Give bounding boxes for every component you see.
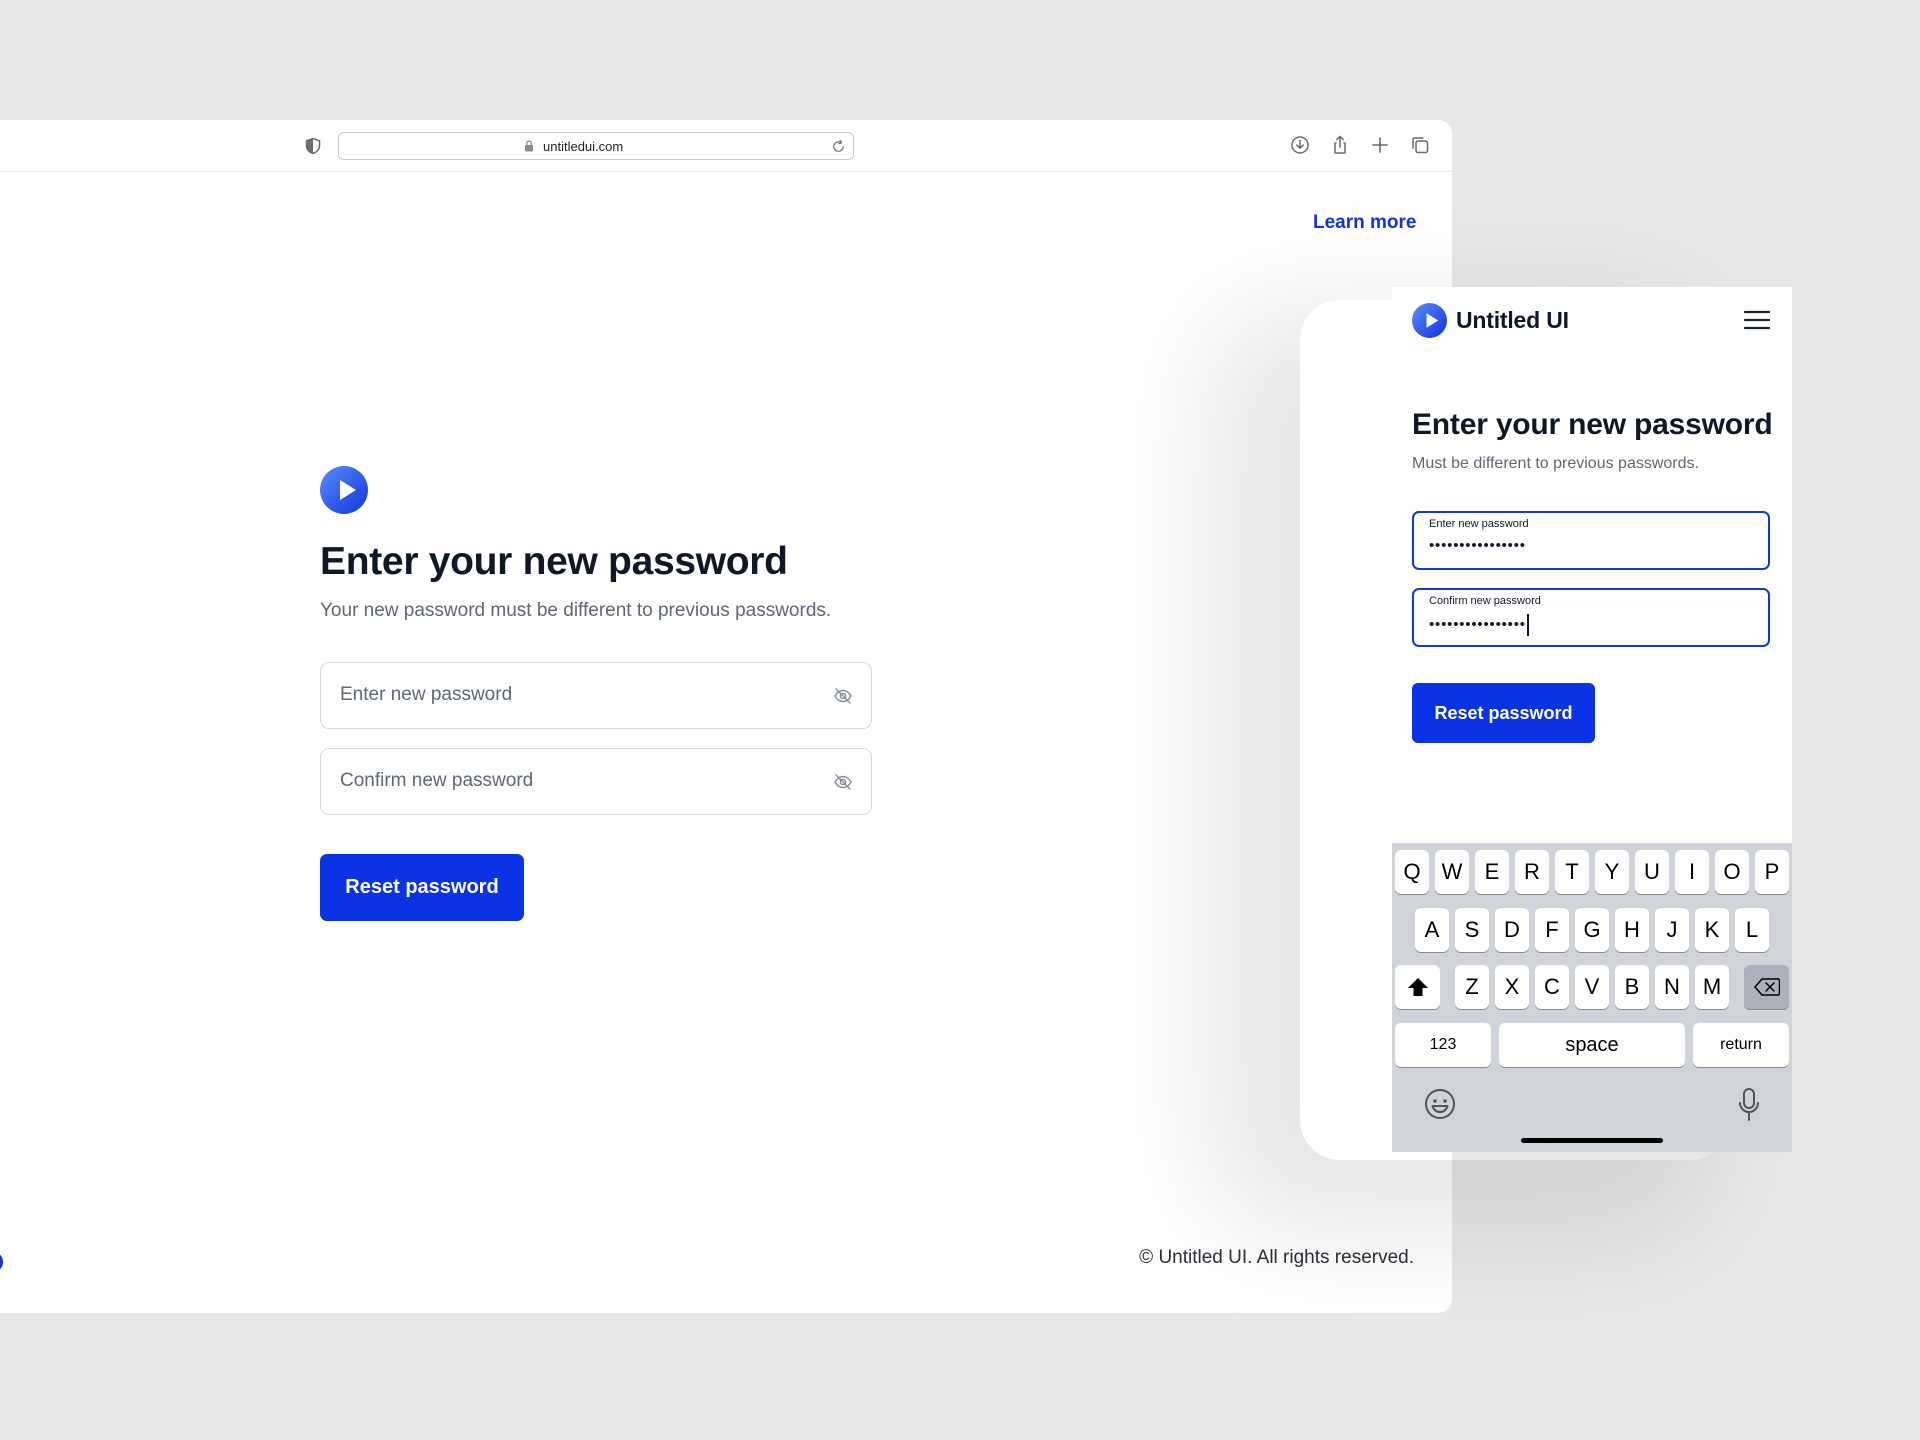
key-f[interactable]: F [1535, 908, 1569, 952]
emoji-icon[interactable] [1424, 1088, 1456, 1120]
new-tab-plus-icon[interactable] [1370, 135, 1390, 155]
numbers-key[interactable]: 123 [1395, 1023, 1491, 1067]
key-u[interactable]: U [1635, 850, 1669, 894]
key-c[interactable]: C [1535, 965, 1569, 1009]
key-w[interactable]: W [1435, 850, 1469, 894]
key-x[interactable]: X [1495, 965, 1529, 1009]
key-i[interactable]: I [1675, 850, 1709, 894]
new-password-input[interactable]: Enter new password [320, 662, 872, 729]
key-z[interactable]: Z [1455, 965, 1489, 1009]
tab-overview-icon[interactable] [1410, 135, 1430, 155]
onscreen-keyboard: Q W E R T Y U I O P A S D F G H J K L Z … [1392, 843, 1792, 1152]
key-j[interactable]: J [1655, 908, 1689, 952]
reload-icon[interactable] [831, 139, 846, 154]
key-d[interactable]: D [1495, 908, 1529, 952]
browser-window: untitledui.com Learn more Enter your new… [0, 120, 1452, 1313]
page-subtitle: Your new password must be different to p… [320, 600, 832, 621]
key-p[interactable]: P [1755, 850, 1789, 894]
text-caret [1526, 614, 1529, 636]
download-icon[interactable] [1290, 135, 1310, 155]
key-l[interactable]: L [1735, 908, 1769, 952]
confirm-password-value-wrap: •••••••••••••••• [1429, 614, 1529, 636]
mobile-page-title: Enter your new password [1412, 408, 1773, 441]
microphone-icon[interactable] [1738, 1088, 1760, 1122]
mobile-page-subtitle: Must be different to previous passwords. [1412, 455, 1699, 472]
learn-more-link[interactable]: Learn more [1313, 212, 1416, 234]
footer-copyright: © Untitled UI. All rights reserved. [1139, 1247, 1414, 1268]
new-password-value: •••••••••••••••• [1429, 537, 1526, 554]
eye-off-icon[interactable] [833, 686, 853, 706]
home-indicator [1521, 1138, 1663, 1143]
privacy-shield-icon[interactable] [304, 137, 322, 155]
space-key[interactable]: space [1499, 1023, 1685, 1067]
key-v[interactable]: V [1575, 965, 1609, 1009]
key-t[interactable]: T [1555, 850, 1589, 894]
mobile-confirm-password-input[interactable]: Confirm new password •••••••••••••••• [1412, 588, 1770, 647]
mobile-new-password-input[interactable]: Enter new password •••••••••••••••• [1412, 511, 1770, 570]
eye-off-icon[interactable] [833, 772, 853, 792]
key-g[interactable]: G [1575, 908, 1609, 952]
confirm-password-value: •••••••••••••••• [1429, 615, 1526, 633]
key-o[interactable]: O [1715, 850, 1749, 894]
new-password-placeholder: Enter new password [340, 684, 513, 705]
logo-icon [320, 466, 368, 514]
key-y[interactable]: Y [1595, 850, 1629, 894]
address-bar[interactable]: untitledui.com [338, 132, 854, 160]
backspace-key[interactable] [1744, 965, 1789, 1009]
hamburger-menu-icon[interactable] [1744, 309, 1770, 331]
reset-password-button[interactable]: Reset password [320, 854, 524, 921]
key-a[interactable]: A [1415, 908, 1449, 952]
key-s[interactable]: S [1455, 908, 1489, 952]
return-key[interactable]: return [1693, 1023, 1789, 1067]
logo-icon [1412, 303, 1447, 338]
url-text: untitledui.com [543, 139, 624, 154]
key-n[interactable]: N [1655, 965, 1689, 1009]
key-h[interactable]: H [1615, 908, 1649, 952]
mobile-reset-password-button[interactable]: Reset password [1412, 683, 1595, 743]
lock-icon [525, 140, 533, 152]
key-e[interactable]: E [1475, 850, 1509, 894]
confirm-password-input[interactable]: Confirm new password [320, 748, 872, 815]
shift-arrow-icon [1407, 978, 1428, 996]
footer-logo-icon [0, 1254, 3, 1270]
key-r[interactable]: R [1515, 850, 1549, 894]
confirm-password-placeholder: Confirm new password [340, 770, 534, 791]
key-q[interactable]: Q [1395, 850, 1429, 894]
brand-name: Untitled UI [1456, 307, 1569, 333]
browser-toolbar: untitledui.com [0, 120, 1452, 172]
shift-key[interactable] [1395, 965, 1440, 1009]
backspace-icon [1753, 978, 1780, 996]
confirm-password-label: Confirm new password [1429, 595, 1541, 607]
share-icon[interactable] [1330, 135, 1350, 155]
mobile-screen: Untitled UI Enter your new password Must… [1392, 287, 1792, 1152]
new-password-label: Enter new password [1429, 518, 1529, 530]
key-m[interactable]: M [1695, 965, 1729, 1009]
page-title: Enter your new password [320, 540, 788, 583]
key-k[interactable]: K [1695, 908, 1729, 952]
key-b[interactable]: B [1615, 965, 1649, 1009]
